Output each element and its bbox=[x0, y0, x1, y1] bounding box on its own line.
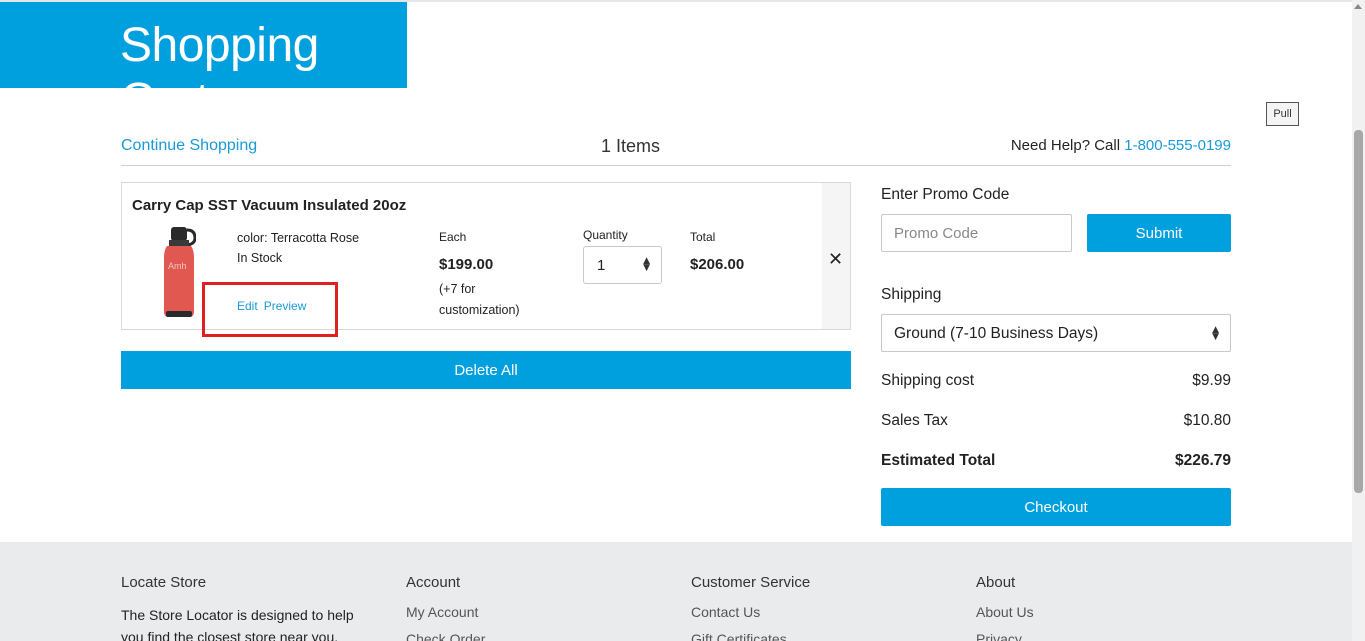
sales-tax-value: $10.80 bbox=[1183, 412, 1231, 429]
promo-submit-button[interactable]: Submit bbox=[1087, 214, 1231, 252]
each-label: Each bbox=[439, 230, 467, 244]
shipping-option: Ground (7-10 Business Days) bbox=[894, 325, 1099, 342]
quantity-label: Quantity bbox=[583, 228, 628, 242]
footer: Locate Store The Store Locator is design… bbox=[0, 542, 1352, 641]
product-name[interactable]: Carry Cap SST Vacuum Insulated 20oz bbox=[132, 197, 406, 214]
quantity-value: 1 bbox=[597, 257, 606, 274]
scroll-up-arrow-icon[interactable] bbox=[1354, 4, 1362, 9]
shipping-cost-label: Shipping cost bbox=[881, 372, 975, 389]
promo-code-input[interactable] bbox=[881, 214, 1072, 252]
vertical-scrollbar[interactable] bbox=[1352, 0, 1365, 641]
footer-heading: About bbox=[976, 574, 1016, 591]
footer-text: The Store Locator is designed to help yo… bbox=[121, 607, 354, 641]
promo-label: Enter Promo Code bbox=[881, 186, 1010, 203]
bottle-engraving: Amh bbox=[168, 261, 187, 271]
footer-account: Account My Account Check Order bbox=[406, 574, 485, 641]
footer-link-contact-us[interactable]: Contact Us bbox=[691, 604, 810, 620]
footer-customer-service: Customer Service Contact Us Gift Certifi… bbox=[691, 574, 810, 641]
help-prefix: Need Help? Call bbox=[1010, 137, 1125, 154]
quantity-select[interactable]: 1 ▲ ▼ bbox=[583, 246, 662, 284]
pull-button[interactable]: Pull bbox=[1266, 102, 1299, 126]
footer-link-my-account[interactable]: My Account bbox=[406, 604, 485, 620]
checkout-button[interactable]: Checkout bbox=[881, 488, 1231, 526]
header-banner: Shopping Cart bbox=[0, 2, 407, 127]
estimated-total-value: $226.79 bbox=[1174, 452, 1231, 469]
page-title: Shopping Cart bbox=[120, 19, 319, 127]
footer-heading: Customer Service bbox=[691, 574, 811, 591]
customization-note: (+7 for customization) bbox=[439, 282, 520, 317]
product-image[interactable]: Amh bbox=[162, 227, 196, 319]
footer-about: About About Us Privacy bbox=[976, 574, 1034, 641]
estimated-total-label: Estimated Total bbox=[881, 452, 996, 469]
remove-item-icon[interactable]: ✕ bbox=[828, 249, 843, 270]
select-arrows-icon: ▲ ▼ bbox=[643, 256, 650, 273]
footer-heading: Locate Store bbox=[121, 574, 207, 591]
footer-heading: Account bbox=[406, 574, 461, 591]
shipping-select[interactable]: Ground (7-10 Business Days) ▲ ▼ bbox=[881, 314, 1231, 352]
total-label: Total bbox=[690, 230, 716, 244]
footer-link-gift-certificates[interactable]: Gift Certificates bbox=[691, 631, 810, 641]
help-text: Need Help? Call 1-800-555-0199 bbox=[1011, 137, 1231, 154]
item-total-price: $206.00 bbox=[690, 256, 745, 273]
footer-link-check-order[interactable]: Check Order bbox=[406, 631, 485, 641]
items-count: 1 Items bbox=[601, 136, 661, 156]
footer-locate-store: Locate Store The Store Locator is design… bbox=[121, 574, 361, 641]
cart-nav-row: Continue Shopping 1 Items Need Help? Cal… bbox=[121, 134, 1231, 166]
sales-tax-label: Sales Tax bbox=[881, 412, 948, 429]
cart-item-card: Carry Cap SST Vacuum Insulated 20oz Amh … bbox=[121, 182, 851, 337]
stock-status: In Stock bbox=[237, 251, 283, 265]
delete-all-button[interactable]: Delete All bbox=[121, 351, 851, 389]
footer-link-about-us[interactable]: About Us bbox=[976, 604, 1034, 620]
footer-link-privacy[interactable]: Privacy bbox=[976, 631, 1034, 641]
select-arrows-icon: ▲ ▼ bbox=[1212, 325, 1219, 342]
edit-preview-highlight bbox=[202, 282, 338, 337]
page: Shopping Cart Pull Continue Shopping 1 I… bbox=[0, 0, 1365, 641]
continue-shopping-link[interactable]: Continue Shopping bbox=[121, 137, 257, 155]
each-price: $199.00 bbox=[439, 256, 494, 273]
shipping-label: Shipping bbox=[881, 286, 942, 303]
sales-tax-row: Sales Tax $10.80 bbox=[881, 412, 1231, 430]
help-phone-link[interactable]: 1-800-555-0199 bbox=[1124, 137, 1231, 154]
scrollbar-thumb[interactable] bbox=[1354, 130, 1363, 493]
product-color: color: Terracotta Rose bbox=[237, 231, 360, 245]
shipping-cost-row: Shipping cost $9.99 bbox=[881, 372, 1231, 390]
estimated-total-row: Estimated Total $226.79 bbox=[881, 452, 1231, 470]
shipping-cost-value: $9.99 bbox=[1192, 372, 1231, 389]
